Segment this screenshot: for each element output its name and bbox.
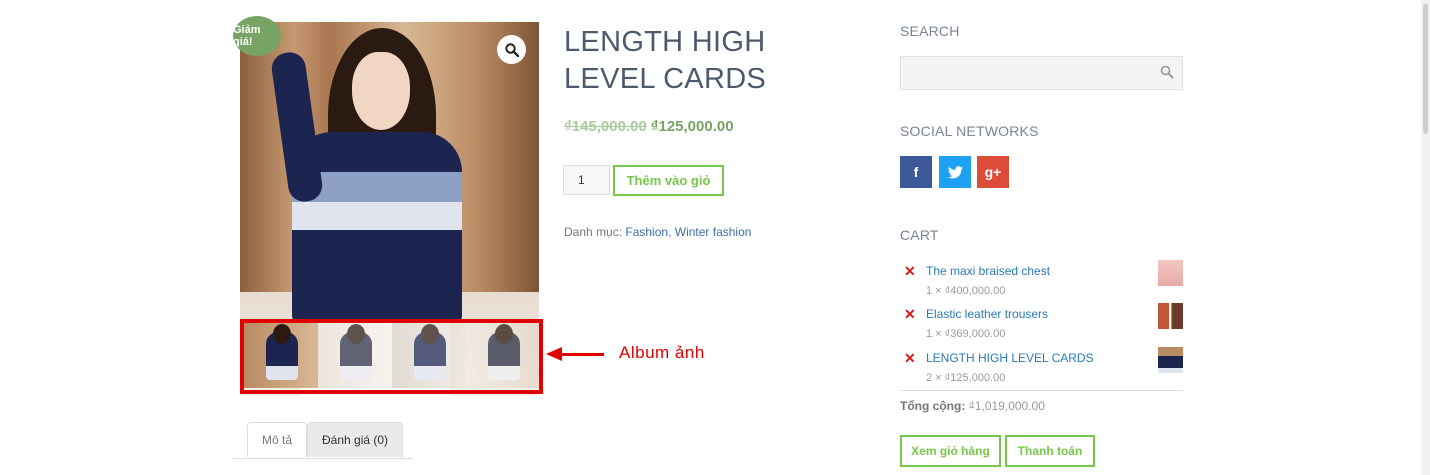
cart-item-thumbnail[interactable]	[1158, 303, 1183, 329]
zoom-button[interactable]	[497, 35, 526, 64]
search-icon[interactable]	[1160, 65, 1174, 79]
cart-item-name[interactable]: LENGTH HIGH LEVEL CARDS	[926, 351, 1094, 365]
subtotal-label: Tổng cộng:	[900, 399, 966, 413]
cart-item-name[interactable]: The maxi braised chest	[926, 264, 1050, 278]
cart-item-thumbnail[interactable]	[1158, 347, 1183, 373]
arrow-shaft	[560, 353, 604, 356]
image-sweater-stripe-light	[292, 202, 462, 230]
album-annotation-label: Album ảnh	[619, 343, 705, 362]
product-tabs: Mô tả Đánh giá (0)	[232, 422, 414, 459]
sale-price: ₫125,000.00	[650, 118, 734, 135]
remove-item-icon[interactable]: ✕	[904, 350, 916, 367]
search-input[interactable]	[900, 56, 1183, 90]
cart-item: ✕ The maxi braised chest 1 × ₫400,000.00	[904, 260, 1184, 303]
tab-reviews[interactable]: Đánh giá (0)	[307, 422, 404, 457]
product-categories: Danh mục: Fashion, Winter fashion	[564, 225, 752, 239]
scrollbar-thumb[interactable]	[1423, 4, 1428, 134]
remove-item-icon[interactable]: ✕	[904, 306, 916, 323]
cart-widget-title: CART	[900, 227, 939, 243]
cart-item-qty-price: 1 × ₫369,000.00	[926, 328, 1006, 340]
cart-item-qty-price: 2 × ₫125,000.00	[926, 372, 1006, 384]
category-label: Danh mục:	[564, 225, 623, 239]
tab-description[interactable]: Mô tả	[247, 422, 308, 457]
add-to-cart-button[interactable]: Thêm vào giỏ	[613, 165, 724, 196]
page-scrollbar[interactable]	[1421, 0, 1430, 475]
cart-item-thumbnail[interactable]	[1158, 260, 1183, 286]
quantity-input[interactable]: 1	[563, 165, 610, 195]
google-plus-button[interactable]: g+	[977, 156, 1009, 188]
image-model-arm	[269, 50, 325, 204]
old-price: ₫145,000.00	[564, 118, 647, 135]
cart-item: ✕ Elastic leather trousers 1 × ₫369,000.…	[904, 303, 1184, 346]
cart-item-qty-price: 1 × ₫400,000.00	[926, 285, 1006, 297]
checkout-button[interactable]: Thanh toán	[1005, 435, 1095, 467]
social-widget-title: SOCIAL NETWORKS	[900, 123, 1039, 139]
remove-item-icon[interactable]: ✕	[904, 263, 916, 280]
image-model-face	[352, 52, 410, 130]
search-widget-title: SEARCH	[900, 23, 960, 39]
product-title: LENGTH HIGH LEVEL CARDS	[564, 26, 767, 95]
view-cart-button[interactable]: Xem giỏ hàng	[900, 435, 1001, 467]
sale-badge: Giảm giá!	[233, 16, 281, 56]
magnifier-icon	[504, 42, 519, 57]
cart-divider	[900, 390, 1183, 391]
google-plus-icon: g+	[984, 164, 1002, 180]
facebook-button[interactable]: f	[900, 156, 932, 188]
facebook-icon: f	[913, 164, 919, 180]
category-link-winter-fashion[interactable]: Winter fashion	[675, 225, 752, 239]
category-link-fashion[interactable]: Fashion	[625, 225, 668, 239]
cart-item-name[interactable]: Elastic leather trousers	[926, 307, 1048, 321]
twitter-button[interactable]	[939, 156, 971, 188]
cart-subtotal: Tổng cộng: ₫1,019,000.00	[900, 399, 1045, 413]
subtotal-value: ₫1,019,000.00	[968, 399, 1045, 413]
album-highlight-frame	[240, 319, 543, 394]
twitter-icon	[947, 165, 963, 178]
product-price: ₫145,000.00 ₫125,000.00	[564, 118, 734, 135]
cart-item: ✕ LENGTH HIGH LEVEL CARDS 2 × ₫125,000.0…	[904, 347, 1184, 390]
